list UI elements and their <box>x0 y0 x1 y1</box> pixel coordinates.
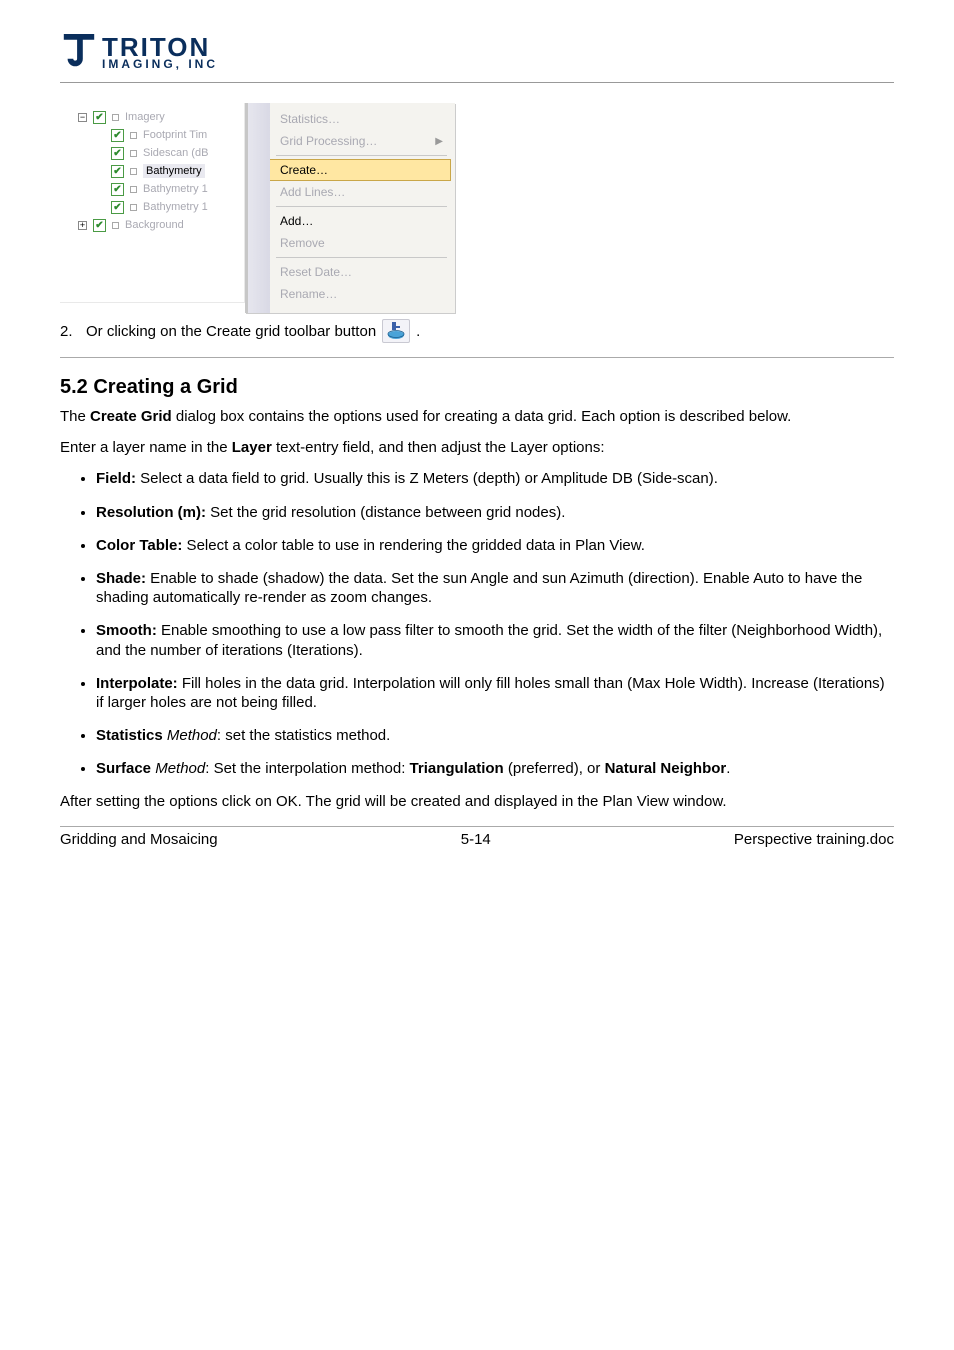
menu-add[interactable]: Add… <box>252 210 451 232</box>
logo-sub: IMAGING, INC <box>102 59 218 70</box>
menu-label: Remove <box>280 236 325 250</box>
menu-label: Create… <box>280 163 328 177</box>
menu-label: Add Lines… <box>280 185 345 199</box>
menu-rename[interactable]: Rename… <box>252 283 451 305</box>
tree-item-bathymetry-selected[interactable]: Bathymetry <box>88 162 244 180</box>
layer-swatch-icon <box>130 204 137 211</box>
step-2-line: 2. Or clicking on the Create grid toolba… <box>60 319 894 343</box>
layer-swatch-icon <box>112 114 119 121</box>
logo-main: TRITON <box>102 36 218 59</box>
figure-tree-and-menu: − Imagery Footprint Tim Sidescan (dB Bat… <box>60 103 894 313</box>
create-grid-toolbar-button[interactable] <box>382 319 410 343</box>
footer-right: Perspective training.doc <box>734 831 894 848</box>
tree-label: Bathymetry 1 <box>143 183 208 195</box>
checkbox-icon[interactable] <box>111 129 124 142</box>
options-list: Field: Select a data field to grid. Usua… <box>96 469 894 778</box>
checkbox-icon[interactable] <box>111 183 124 196</box>
checkbox-icon[interactable] <box>111 147 124 160</box>
menu-label: Add… <box>280 214 313 228</box>
menu-create[interactable]: Create… <box>252 159 451 181</box>
para-intro: The Create Grid dialog box contains the … <box>60 407 894 426</box>
opt-field: Field: Select a data field to grid. Usua… <box>96 469 894 488</box>
tree-item-imagery[interactable]: − Imagery <box>70 108 244 126</box>
expand-icon[interactable]: + <box>78 221 87 230</box>
menu-separator <box>276 206 447 207</box>
tree-item-background[interactable]: + Background <box>70 216 244 234</box>
tree-item-bathymetry-1a[interactable]: Bathymetry 1 <box>88 180 244 198</box>
menu-statistics[interactable]: Statistics… <box>252 108 451 130</box>
footer-left: Gridding and Mosaicing <box>60 831 218 848</box>
menu-grid-processing[interactable]: Grid Processing… ▶ <box>252 130 451 152</box>
menu-add-lines[interactable]: Add Lines… <box>252 181 451 203</box>
layer-swatch-icon <box>130 186 137 193</box>
opt-interpolate: Interpolate: Fill holes in the data grid… <box>96 674 894 712</box>
layer-swatch-icon <box>130 132 137 139</box>
menu-reset-date[interactable]: Reset Date… <box>252 261 451 283</box>
layer-swatch-icon <box>130 168 137 175</box>
opt-shade: Shade: Enable to shade (shadow) the data… <box>96 569 894 607</box>
page-footer: Gridding and Mosaicing 5-14 Perspective … <box>60 831 894 848</box>
tree-item-footprint[interactable]: Footprint Tim <box>88 126 244 144</box>
checkbox-icon[interactable] <box>111 165 124 178</box>
step-text-after: . <box>416 323 420 340</box>
menu-separator <box>276 155 447 156</box>
triton-logo-icon <box>60 30 98 76</box>
checkbox-icon[interactable] <box>93 219 106 232</box>
tree-label: Imagery <box>125 111 165 123</box>
layer-tree: − Imagery Footprint Tim Sidescan (dB Bat… <box>60 103 245 303</box>
tree-item-sidescan[interactable]: Sidescan (dB <box>88 144 244 162</box>
menu-label: Grid Processing… <box>280 134 377 148</box>
opt-resolution: Resolution (m): Set the grid resolution … <box>96 503 894 522</box>
tree-label: Bathymetry 1 <box>143 201 208 213</box>
opt-smooth: Smooth: Enable smoothing to use a low pa… <box>96 621 894 659</box>
tree-label: Footprint Tim <box>143 129 207 141</box>
para-after-ok: After setting the options click on OK. T… <box>60 792 894 811</box>
tree-label: Sidescan (dB <box>143 147 208 159</box>
footer-page-number: 5-14 <box>461 831 491 848</box>
create-grid-icon <box>386 322 406 340</box>
footer-divider <box>60 826 894 827</box>
opt-statistics: Statistics Method: set the statistics me… <box>96 726 894 745</box>
section-heading: 5.2 Creating a Grid <box>60 376 894 399</box>
step-text-before: Or clicking on the Create grid toolbar b… <box>86 323 376 340</box>
tree-label: Bathymetry <box>143 164 205 178</box>
menu-separator <box>276 257 447 258</box>
menu-label: Reset Date… <box>280 265 352 279</box>
menu-label: Statistics… <box>280 112 340 126</box>
checkbox-icon[interactable] <box>111 201 124 214</box>
opt-color-table: Color Table: Select a color table to use… <box>96 536 894 555</box>
header: TRITON IMAGING, INC <box>60 30 894 83</box>
submenu-arrow-icon: ▶ <box>435 136 443 147</box>
tree-item-bathymetry-1b[interactable]: Bathymetry 1 <box>88 198 244 216</box>
checkbox-icon[interactable] <box>93 111 106 124</box>
para-layer-entry: Enter a layer name in the Layer text-ent… <box>60 438 894 457</box>
collapse-icon[interactable]: − <box>78 113 87 122</box>
tree-label: Background <box>125 219 184 231</box>
context-menu: Statistics… Grid Processing… ▶ Create… A… <box>245 103 455 313</box>
section-divider <box>60 357 894 358</box>
menu-remove[interactable]: Remove <box>252 232 451 254</box>
menu-label: Rename… <box>280 287 337 301</box>
opt-surface: Surface Method: Set the interpolation me… <box>96 759 894 778</box>
logo-text: TRITON IMAGING, INC <box>102 36 218 70</box>
step-number: 2. <box>60 323 80 340</box>
layer-swatch-icon <box>130 150 137 157</box>
layer-swatch-icon <box>112 222 119 229</box>
